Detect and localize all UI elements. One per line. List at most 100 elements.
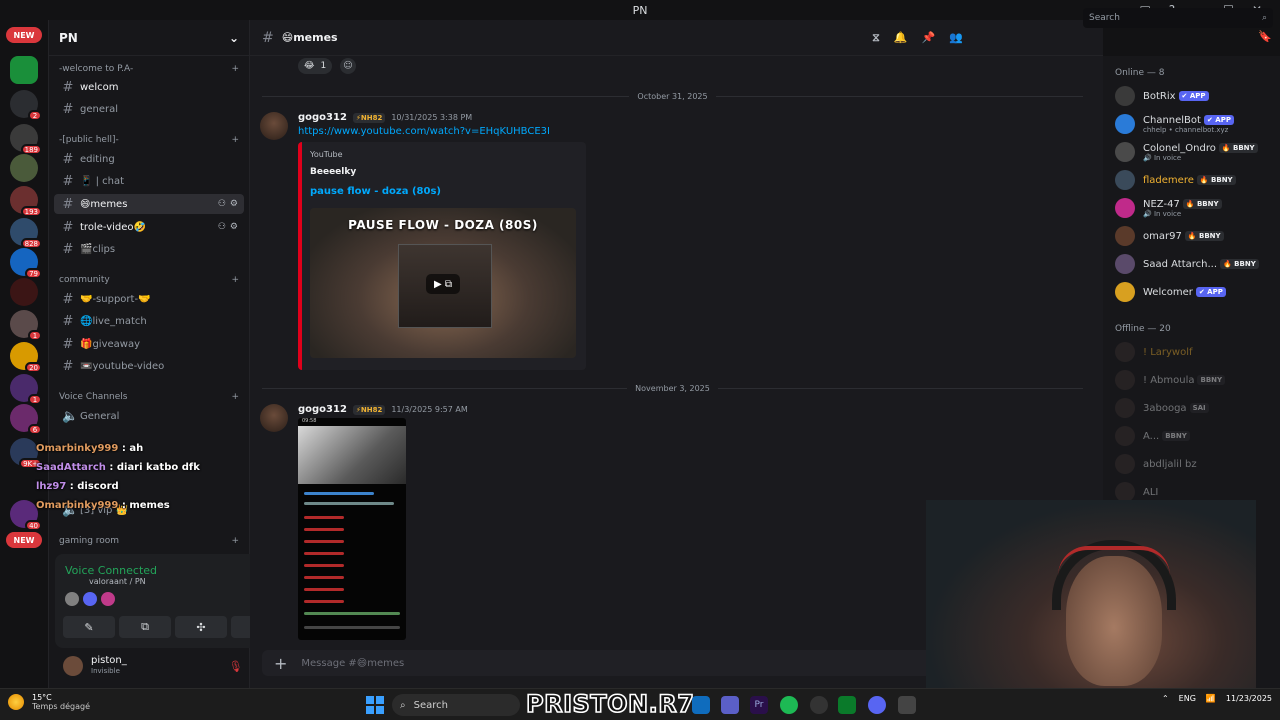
category-welcome[interactable]: -welcome to P.A- + [59,62,239,76]
server-icon[interactable]: 1 [10,374,42,405]
channel-clips[interactable]: # 🎬clips [54,239,244,259]
embed-title[interactable]: pause flow - doza (80s) [310,186,441,197]
server-icon[interactable]: 2 [10,90,42,121]
add-channel-icon[interactable]: + [231,392,239,402]
spotify-icon[interactable] [780,696,798,714]
camera-off-icon[interactable]: ✎ [63,616,115,638]
channel-general[interactable]: # general [54,99,244,119]
channel-chat[interactable]: # 📱 | chat [54,171,244,191]
outlook-icon[interactable] [692,696,710,714]
reaction-chip[interactable]: 😂 1 [298,58,333,74]
server-icon[interactable]: 79 [10,248,42,279]
member-list-icon[interactable]: 👥 [949,31,963,44]
server-icon[interactable]: 9K+ [10,438,42,469]
activity-icon[interactable] [101,592,115,606]
screen-share-icon[interactable]: ⧉ [119,616,171,638]
add-channel-icon[interactable]: + [231,275,239,285]
invite-icon[interactable]: ⚇ [218,222,226,232]
windows-start-icon[interactable] [366,696,384,714]
member-item[interactable]: NEZ-47 🔥 BBNY 🔊 In voice [1115,196,1275,220]
threads-icon[interactable]: ⧖ [872,31,880,45]
activity-icon[interactable] [65,592,79,606]
server-icon[interactable]: 828 [10,218,42,249]
activity-icon[interactable] [83,592,97,606]
message-input[interactable] [301,657,802,669]
server-icon[interactable] [10,278,38,306]
new-badge[interactable]: NEW [6,532,42,548]
voice-channel-name[interactable]: valoraant / PN [89,577,146,586]
member-item[interactable]: BotRix ✔ APP [1115,84,1275,108]
guild-header[interactable]: PN ⌄ [49,20,249,56]
member-item[interactable]: abdljalil bz [1115,452,1275,476]
search-icon: ⌕ [400,699,406,711]
add-channel-icon[interactable]: + [231,536,239,546]
bell-icon[interactable]: 🔔 [894,31,908,44]
member-item[interactable]: ! Larywolf [1115,340,1275,364]
embed-author[interactable]: Beeeelky [310,167,356,177]
add-channel-icon[interactable]: + [231,64,239,74]
channel-live-match[interactable]: # 🌐live_match [54,311,244,331]
member-item[interactable]: omar97 🔥 BBNY [1115,224,1275,248]
image-attachment[interactable]: 09:58 [298,418,406,640]
avatar[interactable] [260,112,288,140]
server-icon[interactable]: 40 [10,500,42,531]
channel-welcom[interactable]: # welcom [54,77,244,97]
category-gaming[interactable]: gaming room + [59,534,239,548]
settings-gear-icon[interactable]: ⚙ [230,222,238,232]
taskbar-search[interactable]: ⌕ Search [392,694,520,716]
clock[interactable]: 11/23/2025 [1226,693,1272,704]
weather-widget[interactable]: 15°C Temps dégagé [8,693,90,711]
member-item[interactable]: A... BBNY [1115,424,1275,448]
add-channel-icon[interactable]: + [231,135,239,145]
new-badge[interactable]: NEW [6,27,42,43]
channel-memes[interactable]: # 😄memes ⚇ ⚙ [54,194,244,214]
app-icon[interactable] [838,696,856,714]
inbox-icon[interactable]: 🔖 [1258,30,1272,43]
search-input[interactable]: Search ⌕ [1083,8,1273,28]
settings-gear-icon[interactable]: ⚙ [230,199,238,209]
video-thumbnail[interactable]: PAUSE FLOW - DOZA (80S) ▶ ⧉ [310,208,576,358]
premiere-icon[interactable]: Pr [750,696,768,714]
mute-icon[interactable]: 🎙 [229,660,243,673]
server-icon[interactable]: 189 [10,124,42,155]
server-icon[interactable]: 1 [10,310,42,341]
member-item[interactable]: Welcomer ✔ APP [1115,280,1275,304]
user-info[interactable]: piston_ Invisible [91,656,127,676]
member-item[interactable]: Colonel_Ondro 🔥 BBNY 🔊 In voice [1115,140,1275,164]
server-icon[interactable]: 20 [10,342,42,373]
app-icon[interactable] [898,696,916,714]
teams-icon[interactable] [721,696,739,714]
channel-support[interactable]: # 🤝-support-🤝 [54,289,244,309]
server-icon[interactable] [10,154,38,182]
category-community[interactable]: community + [59,273,239,287]
category-voice[interactable]: Voice Channels + [59,390,239,404]
member-item[interactable]: flademere 🔥 BBNY [1115,168,1275,192]
member-item[interactable]: ! Abmoula BBNY [1115,368,1275,392]
message-link[interactable]: https://www.youtube.com/watch?v=EHqKUHBC… [298,126,550,137]
browser-icon[interactable] [810,696,828,714]
server-icon[interactable]: 6 [10,404,42,435]
chevron-up-icon[interactable]: ⌃ [1162,694,1169,703]
avatar[interactable] [260,404,288,432]
pin-icon[interactable]: 📌 [922,31,936,44]
member-item[interactable]: Saad Attarch... 🔥 BBNY [1115,252,1275,276]
server-icon[interactable]: 193 [10,186,42,217]
lang-indicator[interactable]: ENG [1179,694,1196,703]
wifi-icon[interactable]: 📶 [1206,694,1216,703]
member-item[interactable]: ChannelBot ✔ APP chhelp • channelbot.xyz [1115,112,1275,136]
invite-icon[interactable]: ⚇ [218,199,226,209]
discord-icon[interactable] [868,696,886,714]
add-reaction-icon[interactable]: ☺ [340,58,356,74]
channel-trole-video[interactable]: # trole-video🤣 ⚇ ⚙ [54,217,244,237]
avatar[interactable] [63,656,83,676]
server-icon[interactable] [10,56,38,84]
channel-giveaway[interactable]: # 🎁giveaway [54,334,244,354]
activities-icon[interactable]: ✣ [175,616,227,638]
play-icon[interactable]: ▶ ⧉ [426,274,460,294]
category-public[interactable]: -[public hell]- + [59,133,239,147]
add-attachment-icon[interactable]: + [274,654,287,673]
voice-channel-general[interactable]: 🔈 General [54,406,244,426]
member-item[interactable]: 3abooga SAI [1115,396,1275,420]
channel-editing[interactable]: # editing [54,149,244,169]
channel-youtube-video[interactable]: # 📼youtube-video [54,356,244,376]
